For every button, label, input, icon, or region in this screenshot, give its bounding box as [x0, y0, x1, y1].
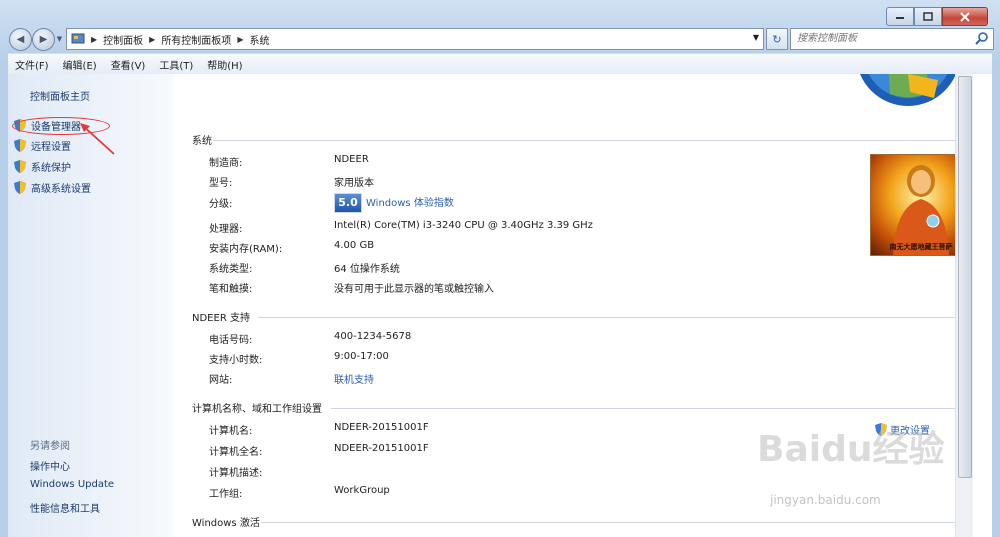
divider	[258, 317, 970, 318]
sidebar-item-system-protection[interactable]: 系统保护	[14, 159, 71, 174]
forward-arrow-icon: ▶	[39, 34, 48, 45]
annotation-arrow	[80, 123, 115, 155]
value-full-name: NDEER-20151001F	[334, 443, 429, 454]
address-dropdown-icon[interactable]: ▼	[753, 33, 759, 42]
maximize-icon	[923, 12, 933, 21]
experience-index-score: 5.0	[334, 193, 362, 213]
value-processor: Intel(R) Core(TM) i3-3240 CPU @ 3.40GHz …	[334, 220, 593, 231]
value-computer-name: NDEER-20151001F	[334, 422, 429, 433]
sidebar-control-panel-home[interactable]: 控制面板主页	[30, 88, 90, 103]
breadcrumb-all-items[interactable]: 所有控制面板项	[161, 32, 231, 47]
maximize-button[interactable]	[914, 7, 942, 26]
menu-view[interactable]: 查看(V)	[104, 57, 153, 72]
divider	[331, 408, 970, 409]
value-manufacturer: NDEER	[334, 154, 369, 165]
windows-logo	[860, 74, 956, 106]
see-also-performance-tools[interactable]: 性能信息和工具	[30, 500, 100, 515]
value-support-hours: 9:00-17:00	[334, 351, 389, 362]
sidebar-item-remote-settings[interactable]: 远程设置	[14, 138, 71, 153]
menu-tools[interactable]: 工具(T)	[152, 57, 200, 72]
label-description: 计算机描述:	[209, 468, 263, 479]
menu-file[interactable]: 文件(F)	[8, 57, 56, 72]
menu-edit[interactable]: 编辑(E)	[56, 57, 104, 72]
label-system-type: 系统类型:	[209, 264, 253, 275]
see-also-heading: 另请参阅	[30, 441, 70, 452]
label-processor: 处理器:	[209, 224, 243, 235]
breadcrumb-separator: ▶	[237, 34, 244, 44]
shield-icon	[14, 139, 26, 152]
search-input[interactable]	[791, 29, 973, 47]
value-workgroup: WorkGroup	[334, 485, 390, 496]
navigation-bar: ◀ ▶ ▼ ▶ 控制面板 ▶ 所有控制面板项 ▶ 系统 ▼ ↻	[0, 26, 1000, 51]
recent-pages-dropdown[interactable]: ▼	[55, 28, 64, 49]
minimize-icon	[896, 16, 904, 19]
label-pen-touch: 笔和触摸:	[209, 284, 253, 295]
value-system-type: 64 位操作系统	[334, 264, 400, 275]
control-panel-icon	[71, 33, 85, 44]
divider	[261, 522, 970, 523]
window-controls	[886, 7, 988, 26]
label-manufacturer: 制造商:	[209, 158, 243, 169]
scrollbar-thumb[interactable]	[958, 76, 972, 478]
sidebar-item-label: 系统保护	[31, 163, 71, 174]
online-support-link[interactable]: 联机支持	[334, 371, 374, 386]
breadcrumb-separator: ▶	[91, 34, 98, 44]
breadcrumb-separator: ▶	[149, 34, 156, 44]
value-phone: 400-1234-5678	[334, 331, 412, 342]
search-icon[interactable]	[975, 31, 989, 45]
close-icon	[960, 11, 970, 22]
label-phone: 电话号码:	[209, 335, 253, 346]
menu-bar: 文件(F) 编辑(E) 查看(V) 工具(T) 帮助(H)	[8, 53, 992, 74]
back-arrow-icon: ◀	[16, 34, 25, 45]
section-support-title: NDEER 支持	[192, 313, 250, 324]
forward-button[interactable]: ▶	[32, 28, 55, 51]
shield-icon	[14, 181, 26, 194]
watermark-logo: Baidu经验	[757, 429, 945, 470]
back-button[interactable]: ◀	[9, 28, 32, 51]
experience-index-link[interactable]: Windows 体验指数	[366, 198, 454, 209]
label-full-name: 计算机全名:	[209, 447, 263, 458]
address-bar[interactable]: ▶ 控制面板 ▶ 所有控制面板项 ▶ 系统 ▼	[66, 28, 764, 50]
see-also-action-center[interactable]: 操作中心	[30, 458, 70, 473]
sidebar: 控制面板主页 设备管理器 远程设置 系统保护 高级系统设置 另请参阅 操作中心 …	[8, 74, 173, 537]
label-model: 型号:	[209, 178, 233, 189]
menu-help[interactable]: 帮助(H)	[200, 57, 249, 72]
sidebar-item-advanced-settings[interactable]: 高级系统设置	[14, 180, 91, 195]
section-computer-title: 计算机名称、域和工作组设置	[192, 404, 322, 415]
sidebar-item-label: 远程设置	[31, 142, 71, 153]
section-activation-title: Windows 激活	[192, 518, 260, 529]
refresh-icon: ↻	[772, 32, 782, 46]
value-model: 家用版本	[334, 178, 374, 189]
window-frame: ◀ ▶ ▼ ▶ 控制面板 ▶ 所有控制面板项 ▶ 系统 ▼ ↻ 文件(F) 编辑…	[0, 0, 1000, 537]
watermark-url: jingyan.baidu.com	[770, 493, 881, 507]
refresh-button[interactable]: ↻	[766, 28, 788, 50]
divider	[213, 140, 970, 141]
label-support-hours: 支持小时数:	[209, 355, 263, 366]
sidebar-item-label: 高级系统设置	[31, 184, 91, 195]
close-button[interactable]	[942, 7, 988, 26]
value-pen-touch: 没有可用于此显示器的笔或触控输入	[334, 284, 494, 295]
breadcrumb-control-panel[interactable]: 控制面板	[103, 32, 143, 47]
section-system-title: 系统	[192, 136, 212, 147]
label-rating: 分级:	[209, 199, 233, 210]
label-computer-name: 计算机名:	[209, 426, 253, 437]
see-also-windows-update[interactable]: Windows Update	[30, 479, 114, 490]
value-ram: 4.00 GB	[334, 240, 375, 251]
breadcrumb-system[interactable]: 系统	[249, 32, 269, 47]
minimize-button[interactable]	[886, 7, 914, 26]
label-ram: 安装内存(RAM):	[209, 244, 283, 255]
shield-icon	[14, 160, 26, 173]
label-website: 网站:	[209, 375, 233, 386]
label-workgroup: 工作组:	[209, 489, 243, 500]
search-box	[790, 28, 994, 50]
rating-value: 5.0 Windows 体验指数	[334, 193, 454, 213]
vertical-scrollbar[interactable]	[955, 74, 973, 537]
